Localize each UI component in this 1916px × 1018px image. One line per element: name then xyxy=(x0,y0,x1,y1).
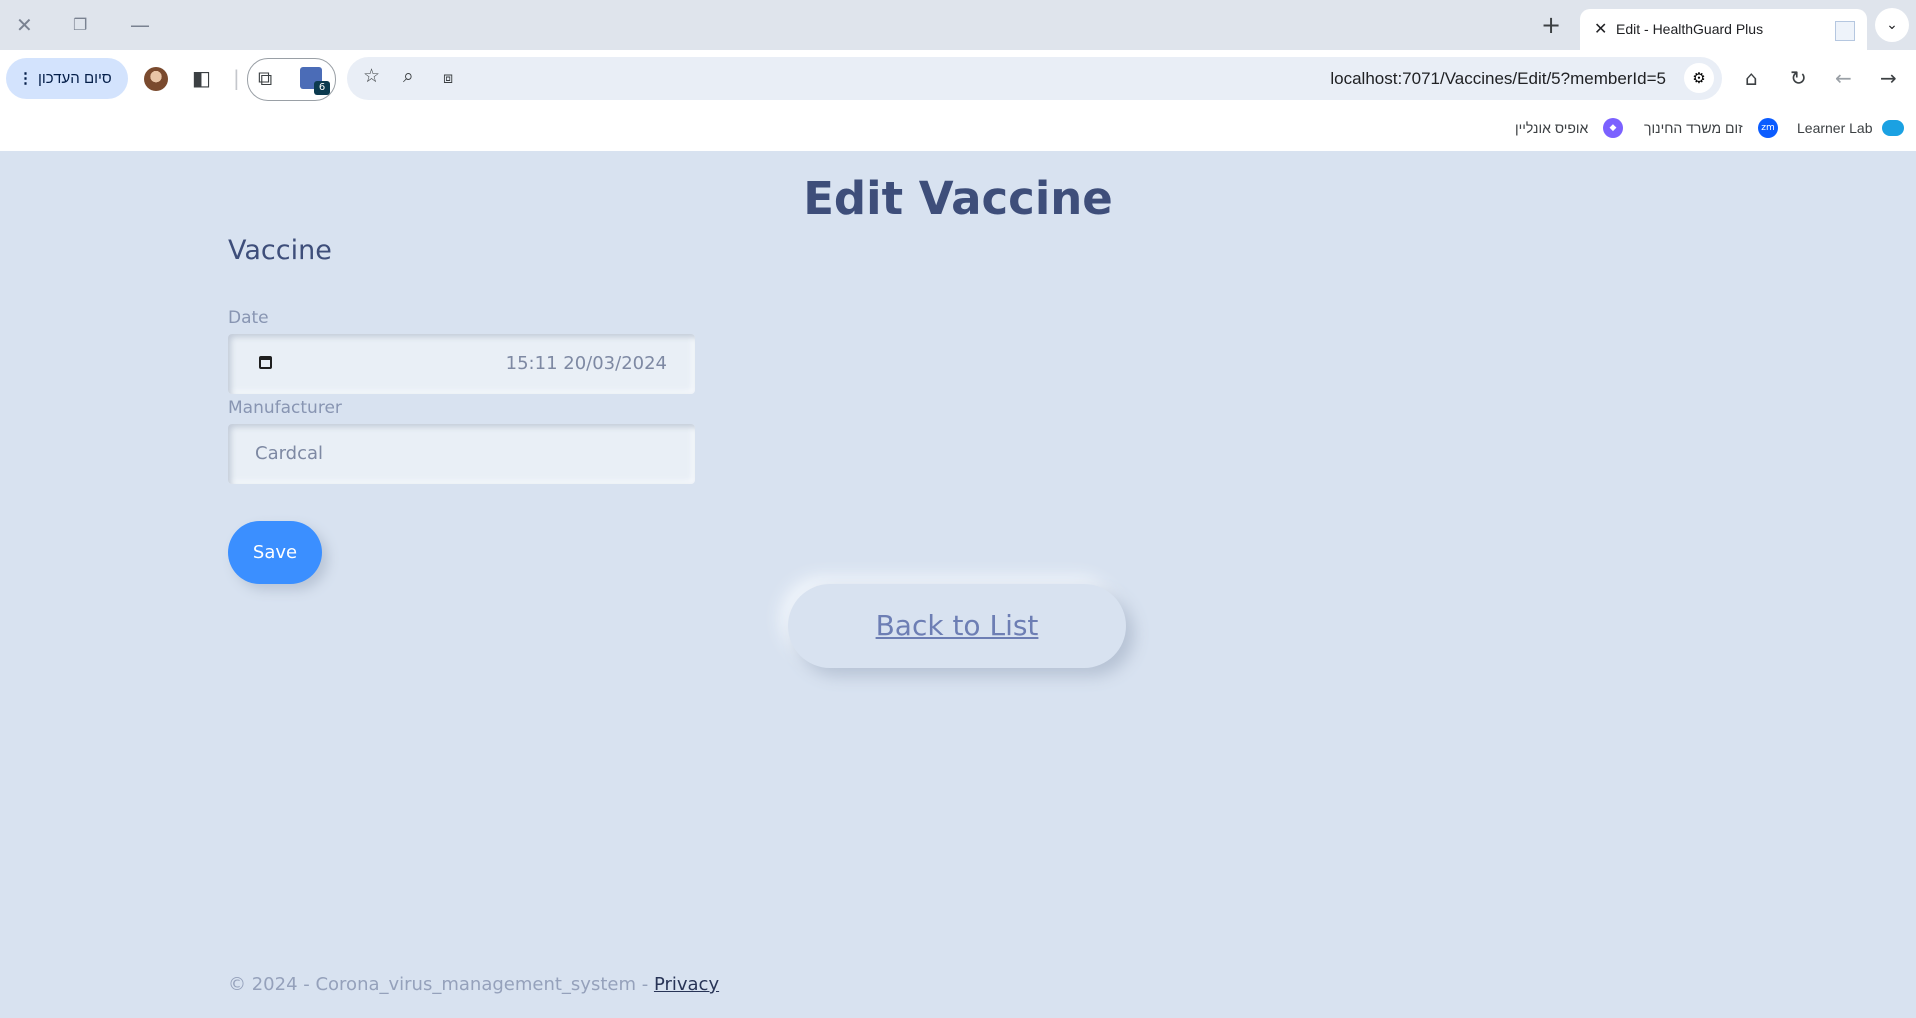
tab-favicon xyxy=(1835,21,1855,41)
forward-arrow-icon[interactable]: → xyxy=(1880,66,1897,90)
more-menu-icon: ⋮ xyxy=(18,70,33,87)
profile-avatar[interactable] xyxy=(144,67,168,91)
update-button[interactable]: ⋮ סיום העדכון xyxy=(6,58,128,99)
address-bar[interactable]: ☆ ⌕ ⧈ localhost:7071/Vaccines/Edit/5?mem… xyxy=(347,57,1722,100)
manufacturer-value: Cardcal xyxy=(255,443,324,464)
bookmark-learner-lab[interactable]: Learner Lab xyxy=(1797,120,1873,136)
page-title: Edit Vaccine xyxy=(803,172,1113,225)
date-label: Date xyxy=(228,308,269,328)
calendar-icon[interactable] xyxy=(259,356,272,369)
minimize-window-icon[interactable]: — xyxy=(130,13,150,37)
privacy-link[interactable]: Privacy xyxy=(654,974,719,995)
bookmark-zoom[interactable]: זום משרד החינוך xyxy=(1644,120,1743,136)
tab-bar: ✕ ❐ — + ✕ Edit - HealthGuard Plus ⌄ xyxy=(0,0,1916,50)
bookmarks-bar: ◆ אופיס אונליין zm זום משרד החינוך Learn… xyxy=(0,107,1916,152)
active-tab[interactable]: ✕ Edit - HealthGuard Plus xyxy=(1580,9,1867,50)
tab-search-button[interactable]: ⌄ xyxy=(1875,8,1909,42)
toolbar-divider: | xyxy=(233,66,240,90)
back-arrow-icon[interactable]: ← xyxy=(1835,66,1852,90)
side-panel-icon[interactable]: ◧ xyxy=(192,66,211,90)
footer: © 2024 - Corona_virus_management_system … xyxy=(228,974,719,995)
update-button-label: סיום העדכון xyxy=(38,70,112,87)
new-tab-button[interactable]: + xyxy=(1541,11,1561,39)
browser-toolbar: ⋮ סיום העדכון ◧ | ⧉ 6 ☆ ⌕ ⧈ localhost:70… xyxy=(0,50,1916,107)
close-tab-icon[interactable]: ✕ xyxy=(1594,19,1607,38)
close-window-icon[interactable]: ✕ xyxy=(16,13,33,37)
date-value: 15:11 20/03/2024 xyxy=(505,353,667,374)
manufacturer-input[interactable]: Cardcal xyxy=(228,424,695,484)
zoom-icon: zm xyxy=(1758,118,1778,138)
office-icon: ◆ xyxy=(1603,118,1623,138)
bookmark-star-icon[interactable]: ☆ xyxy=(363,65,380,87)
home-icon[interactable]: ⌂ xyxy=(1745,66,1758,90)
site-settings-icon[interactable]: ⚙ xyxy=(1684,63,1714,93)
tab-title: Edit - HealthGuard Plus xyxy=(1616,21,1764,37)
cloud-icon xyxy=(1882,120,1904,136)
reload-icon[interactable]: ↻ xyxy=(1790,66,1807,90)
zoom-icon[interactable]: ⌕ xyxy=(403,65,414,87)
bookmark-office[interactable]: אופיס אונליין xyxy=(1515,120,1588,136)
extensions-puzzle-icon[interactable]: ⧉ xyxy=(258,66,272,90)
save-button[interactable]: Save xyxy=(228,521,322,584)
manufacturer-label: Manufacturer xyxy=(228,398,342,418)
extensions-group: ⧉ 6 xyxy=(247,58,336,101)
back-to-list-link[interactable]: Back to List xyxy=(876,609,1039,642)
date-input[interactable]: 15:11 20/03/2024 xyxy=(228,334,695,394)
page-content: Edit Vaccine Vaccine Date 15:11 20/03/20… xyxy=(0,151,1916,1018)
translate-icon[interactable]: ⧈ xyxy=(443,68,453,88)
url-text[interactable]: localhost:7071/Vaccines/Edit/5?memberId=… xyxy=(1330,69,1666,89)
restore-window-icon[interactable]: ❐ xyxy=(73,15,87,34)
back-to-list-button[interactable]: Back to List xyxy=(788,584,1126,668)
section-heading: Vaccine xyxy=(228,235,332,266)
chevron-down-icon: ⌄ xyxy=(1886,17,1898,33)
extension-badge: 6 xyxy=(314,81,330,95)
footer-text: © 2024 - Corona_virus_management_system … xyxy=(228,974,654,995)
